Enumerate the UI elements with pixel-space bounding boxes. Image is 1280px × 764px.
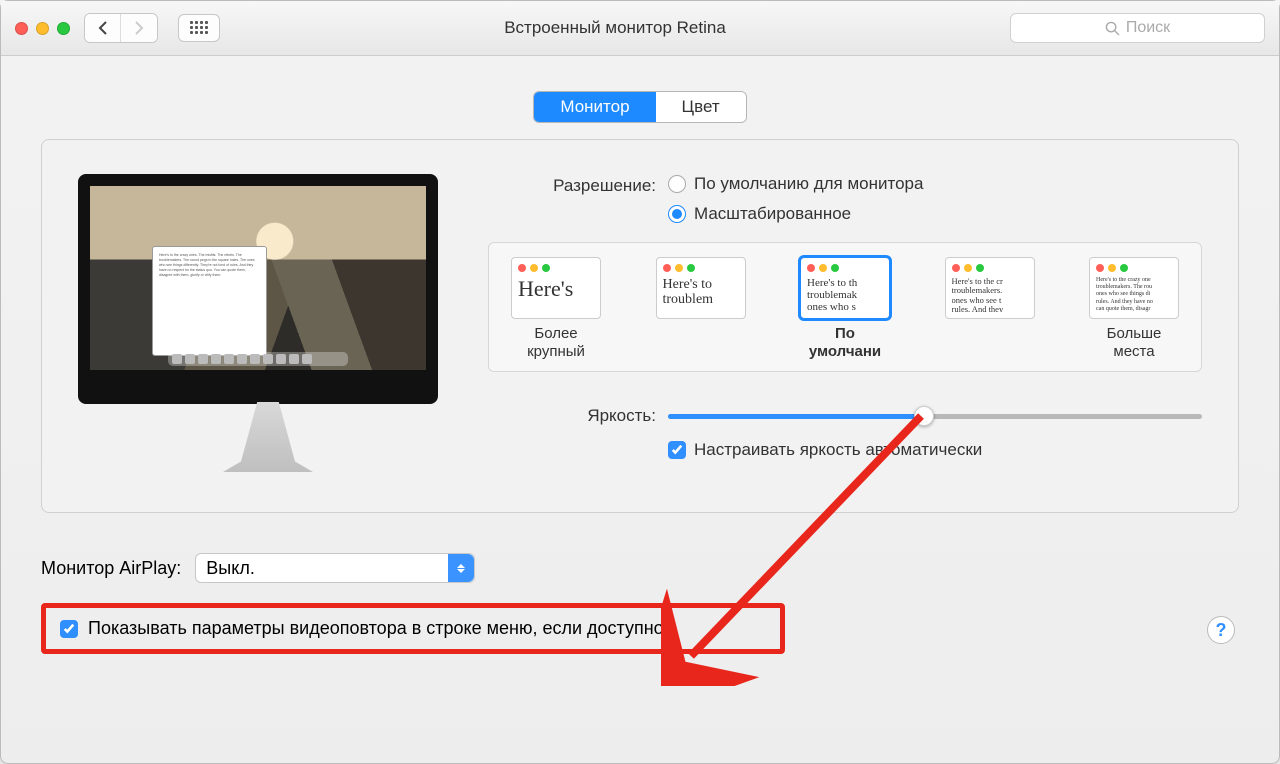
airplay-label: Монитор AirPlay: <box>41 558 181 579</box>
airplay-select[interactable]: Выкл. <box>195 553 475 583</box>
grid-icon <box>190 21 208 35</box>
back-button[interactable] <box>85 14 121 42</box>
forward-button[interactable] <box>121 14 157 42</box>
minimize-icon[interactable] <box>36 22 49 35</box>
scaled-resolution-picker: Here's Более крупный Here's to troublem <box>488 242 1202 372</box>
resolution-option-2[interactable]: Here's to troublem <box>654 257 748 361</box>
airplay-value: Выкл. <box>206 558 255 579</box>
radio-default-label: По умолчанию для монитора <box>694 174 923 194</box>
resolution-option-4[interactable]: Here's to the cr troublemakers. ones who… <box>943 257 1037 361</box>
resolution-option-larger-text[interactable]: Here's Более крупный <box>509 257 603 361</box>
close-icon[interactable] <box>15 22 28 35</box>
show-mirroring-checkbox-row: Показывать параметры видеоповтора в стро… <box>41 603 785 654</box>
resolution-label: Разрешение: <box>508 174 668 196</box>
tab-bar: Монитор Цвет <box>41 91 1239 123</box>
search-placeholder: Поиск <box>1126 19 1170 37</box>
titlebar: Встроенный монитор Retina Поиск <box>1 1 1279 56</box>
help-button[interactable]: ? <box>1207 616 1235 644</box>
resolution-caption: По умолчани <box>798 325 892 361</box>
tab-color[interactable]: Цвет <box>656 92 746 122</box>
radio-icon <box>668 205 686 223</box>
brightness-label: Яркость: <box>508 406 668 426</box>
resolution-caption: Больше места <box>1087 325 1181 361</box>
resolution-caption: Более крупный <box>509 325 603 361</box>
search-icon <box>1105 21 1120 36</box>
traffic-lights <box>15 22 70 35</box>
tab-display[interactable]: Монитор <box>534 92 655 122</box>
resolution-option-default[interactable]: Here's to th troublemak ones who s По ум… <box>798 257 892 361</box>
radio-default-for-display[interactable]: По умолчанию для монитора <box>668 174 923 194</box>
auto-brightness-label: Настраивать яркость автоматически <box>694 440 982 460</box>
radio-scaled-label: Масштабированное <box>694 204 851 224</box>
chevron-right-icon <box>133 21 145 35</box>
brightness-slider[interactable] <box>668 414 1202 419</box>
sample-window: Here's to the crazy ones. The misfits. T… <box>152 246 267 356</box>
chevron-left-icon <box>97 21 109 35</box>
checkbox-icon <box>668 441 686 459</box>
maximize-icon[interactable] <box>57 22 70 35</box>
nav-buttons <box>84 13 158 43</box>
radio-icon <box>668 175 686 193</box>
show-all-button[interactable] <box>178 14 220 42</box>
checkbox-icon[interactable] <box>60 620 78 638</box>
preferences-window: Встроенный монитор Retina Поиск Монитор … <box>0 0 1280 764</box>
chevron-updown-icon <box>448 554 474 582</box>
display-illustration: Here's to the crazy ones. The misfits. T… <box>78 174 458 472</box>
search-field[interactable]: Поиск <box>1010 13 1265 43</box>
show-mirroring-label: Показывать параметры видеоповтора в стро… <box>88 618 664 639</box>
resolution-option-more-space[interactable]: Here's to the crazy one troublemakers. T… <box>1087 257 1181 361</box>
slider-thumb[interactable] <box>914 406 934 426</box>
auto-brightness-checkbox[interactable]: Настраивать яркость автоматически <box>668 440 1202 460</box>
display-panel: Here's to the crazy ones. The misfits. T… <box>41 139 1239 513</box>
window-title: Встроенный монитор Retina <box>234 18 996 38</box>
radio-scaled[interactable]: Масштабированное <box>668 204 923 224</box>
